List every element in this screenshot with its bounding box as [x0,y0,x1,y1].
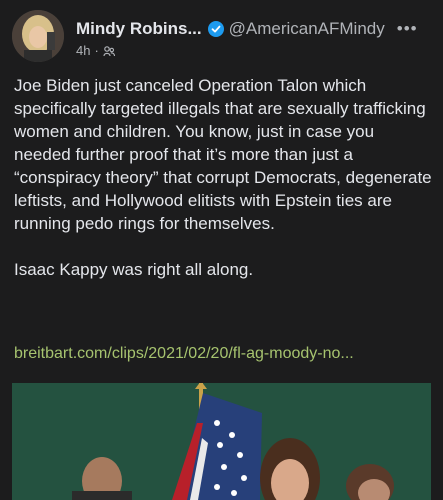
post-paragraph: Joe Biden just canceled Operation Talon … [14,76,432,233]
preview-photo [12,383,431,500]
more-icon[interactable]: ••• [397,19,418,39]
name-line: Mindy Robins... @AmericanAFMindy ••• [76,18,418,40]
author-name[interactable]: Mindy Robins... [76,19,202,39]
avatar[interactable] [12,10,64,62]
post-link[interactable]: breitbart.com/clips/2021/02/20/fl-ag-moo… [14,343,434,365]
post-text: Joe Biden just canceled Operation Talon … [14,74,434,281]
post-time[interactable]: 4h [76,43,90,58]
post-card: Mindy Robins... @AmericanAFMindy ••• 4h … [0,0,443,500]
author-handle[interactable]: @AmericanAFMindy [229,19,385,39]
post-meta: 4h · [76,43,115,58]
audience-icon [103,45,115,57]
meta-separator: · [94,43,99,58]
link-preview-image[interactable] [12,383,431,500]
verified-badge-icon [207,21,224,37]
post-paragraph: Isaac Kappy was right all along. [14,260,254,279]
post-header: Mindy Robins... @AmericanAFMindy ••• 4h … [12,10,435,62]
avatar-image [12,10,64,62]
